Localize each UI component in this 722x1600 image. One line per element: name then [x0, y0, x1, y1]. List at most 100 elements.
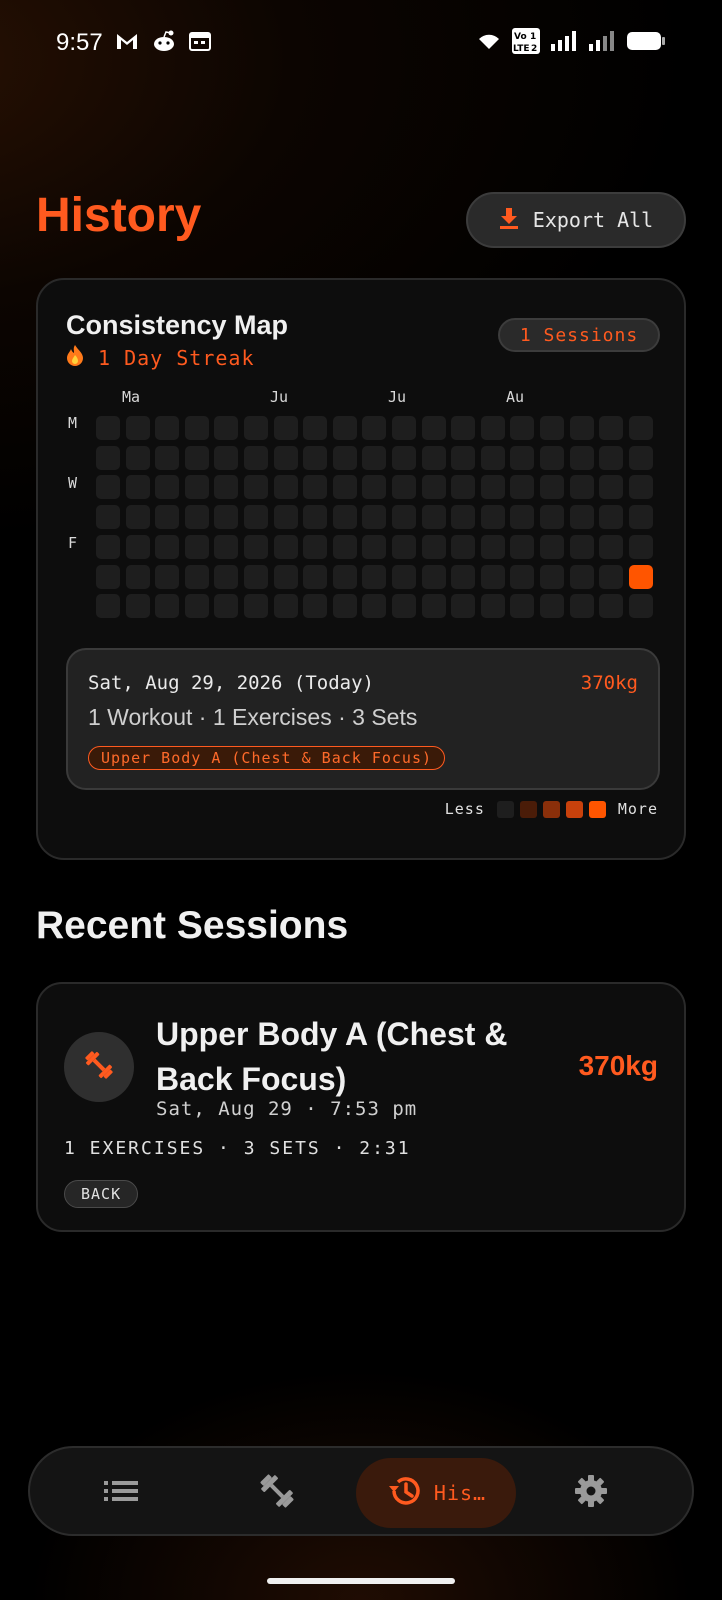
heatmap-cell[interactable] [629, 475, 653, 499]
heatmap-cell[interactable] [540, 475, 564, 499]
heatmap-cell[interactable] [422, 535, 446, 559]
heatmap-cell[interactable] [570, 594, 594, 618]
heatmap-cell[interactable] [570, 475, 594, 499]
heatmap-cell[interactable] [333, 565, 357, 589]
heatmap-cell[interactable] [362, 416, 386, 440]
heatmap-cell[interactable] [214, 416, 238, 440]
heatmap-cell[interactable] [333, 475, 357, 499]
heatmap-cell[interactable] [274, 594, 298, 618]
heatmap-cell[interactable] [570, 416, 594, 440]
heatmap-cell[interactable] [392, 594, 416, 618]
heatmap-cell[interactable] [540, 535, 564, 559]
heatmap-cell[interactable] [244, 505, 268, 529]
heatmap-cell[interactable] [96, 446, 120, 470]
heatmap-cell[interactable] [481, 535, 505, 559]
heatmap-cell[interactable] [510, 475, 534, 499]
heatmap-cell[interactable] [214, 565, 238, 589]
heatmap-cell[interactable] [333, 594, 357, 618]
heatmap-cell[interactable] [510, 505, 534, 529]
heatmap-cell[interactable] [303, 535, 327, 559]
heatmap-cell[interactable] [214, 505, 238, 529]
heatmap-cell[interactable] [185, 416, 209, 440]
heatmap-cell[interactable] [599, 505, 623, 529]
heatmap-cell[interactable] [96, 505, 120, 529]
heatmap-cell[interactable] [244, 416, 268, 440]
heatmap-cell[interactable] [392, 416, 416, 440]
heatmap-cell[interactable] [481, 475, 505, 499]
heatmap-cell[interactable] [303, 475, 327, 499]
heatmap-cell[interactable] [629, 416, 653, 440]
heatmap-cell[interactable] [629, 446, 653, 470]
heatmap-cell[interactable] [629, 535, 653, 559]
heatmap-cell[interactable] [629, 594, 653, 618]
heatmap-cell[interactable] [155, 446, 179, 470]
heatmap-cell[interactable] [155, 416, 179, 440]
heatmap-cell[interactable] [599, 535, 623, 559]
heatmap-cell[interactable] [422, 594, 446, 618]
heatmap-cell[interactable] [629, 505, 653, 529]
heatmap-cell-active[interactable] [629, 565, 653, 589]
heatmap-cell[interactable] [126, 446, 150, 470]
heatmap-cell[interactable] [333, 416, 357, 440]
heatmap-cell[interactable] [274, 446, 298, 470]
heatmap-cell[interactable] [540, 594, 564, 618]
heatmap-cell[interactable] [481, 594, 505, 618]
heatmap-cell[interactable] [362, 535, 386, 559]
heatmap-cell[interactable] [244, 535, 268, 559]
heatmap-cell[interactable] [155, 475, 179, 499]
heatmap-cell[interactable] [303, 565, 327, 589]
heatmap-cell[interactable] [451, 446, 475, 470]
heatmap-cell[interactable] [274, 565, 298, 589]
heatmap-cell[interactable] [214, 446, 238, 470]
heatmap-cell[interactable] [96, 416, 120, 440]
heatmap-cell[interactable] [155, 535, 179, 559]
heatmap-cell[interactable] [214, 594, 238, 618]
heatmap-cell[interactable] [451, 505, 475, 529]
heatmap-cell[interactable] [451, 416, 475, 440]
heatmap-cell[interactable] [570, 446, 594, 470]
heatmap-cell[interactable] [96, 594, 120, 618]
heatmap-cell[interactable] [96, 565, 120, 589]
heatmap-cell[interactable] [274, 505, 298, 529]
heatmap-cell[interactable] [599, 565, 623, 589]
heatmap-cell[interactable] [362, 475, 386, 499]
heatmap-cell[interactable] [570, 565, 594, 589]
heatmap-cell[interactable] [126, 594, 150, 618]
heatmap-cell[interactable] [599, 475, 623, 499]
nav-item-workout[interactable] [226, 1458, 328, 1528]
heatmap-cell[interactable] [422, 446, 446, 470]
heatmap-cell[interactable] [510, 535, 534, 559]
heatmap-cell[interactable] [451, 565, 475, 589]
heatmap-cell[interactable] [155, 594, 179, 618]
heatmap-cell[interactable] [126, 535, 150, 559]
heatmap-cell[interactable] [362, 565, 386, 589]
heatmap-cell[interactable] [599, 446, 623, 470]
heatmap-cell[interactable] [155, 505, 179, 529]
heatmap-cell[interactable] [185, 475, 209, 499]
heatmap-cell[interactable] [451, 535, 475, 559]
heatmap-cell[interactable] [570, 505, 594, 529]
workout-tag[interactable]: Upper Body A (Chest & Back Focus) [88, 746, 446, 770]
heatmap-cell[interactable] [96, 475, 120, 499]
heatmap-cell[interactable] [451, 594, 475, 618]
heatmap-cell[interactable] [126, 505, 150, 529]
heatmap-cell[interactable] [422, 416, 446, 440]
heatmap-cell[interactable] [126, 565, 150, 589]
heatmap-cell[interactable] [303, 594, 327, 618]
heatmap-cell[interactable] [303, 416, 327, 440]
heatmap-cell[interactable] [510, 565, 534, 589]
heatmap-cell[interactable] [510, 594, 534, 618]
heatmap-cell[interactable] [599, 594, 623, 618]
heatmap-cell[interactable] [244, 446, 268, 470]
heatmap-cell[interactable] [540, 446, 564, 470]
heatmap-cell[interactable] [422, 505, 446, 529]
heatmap-cell[interactable] [481, 565, 505, 589]
heatmap-cell[interactable] [185, 565, 209, 589]
heatmap-cell[interactable] [481, 505, 505, 529]
heatmap-cell[interactable] [274, 475, 298, 499]
heatmap-cell[interactable] [481, 446, 505, 470]
heatmap-cell[interactable] [451, 475, 475, 499]
heatmap-cell[interactable] [185, 594, 209, 618]
heatmap-cell[interactable] [126, 475, 150, 499]
heatmap-cell[interactable] [362, 446, 386, 470]
